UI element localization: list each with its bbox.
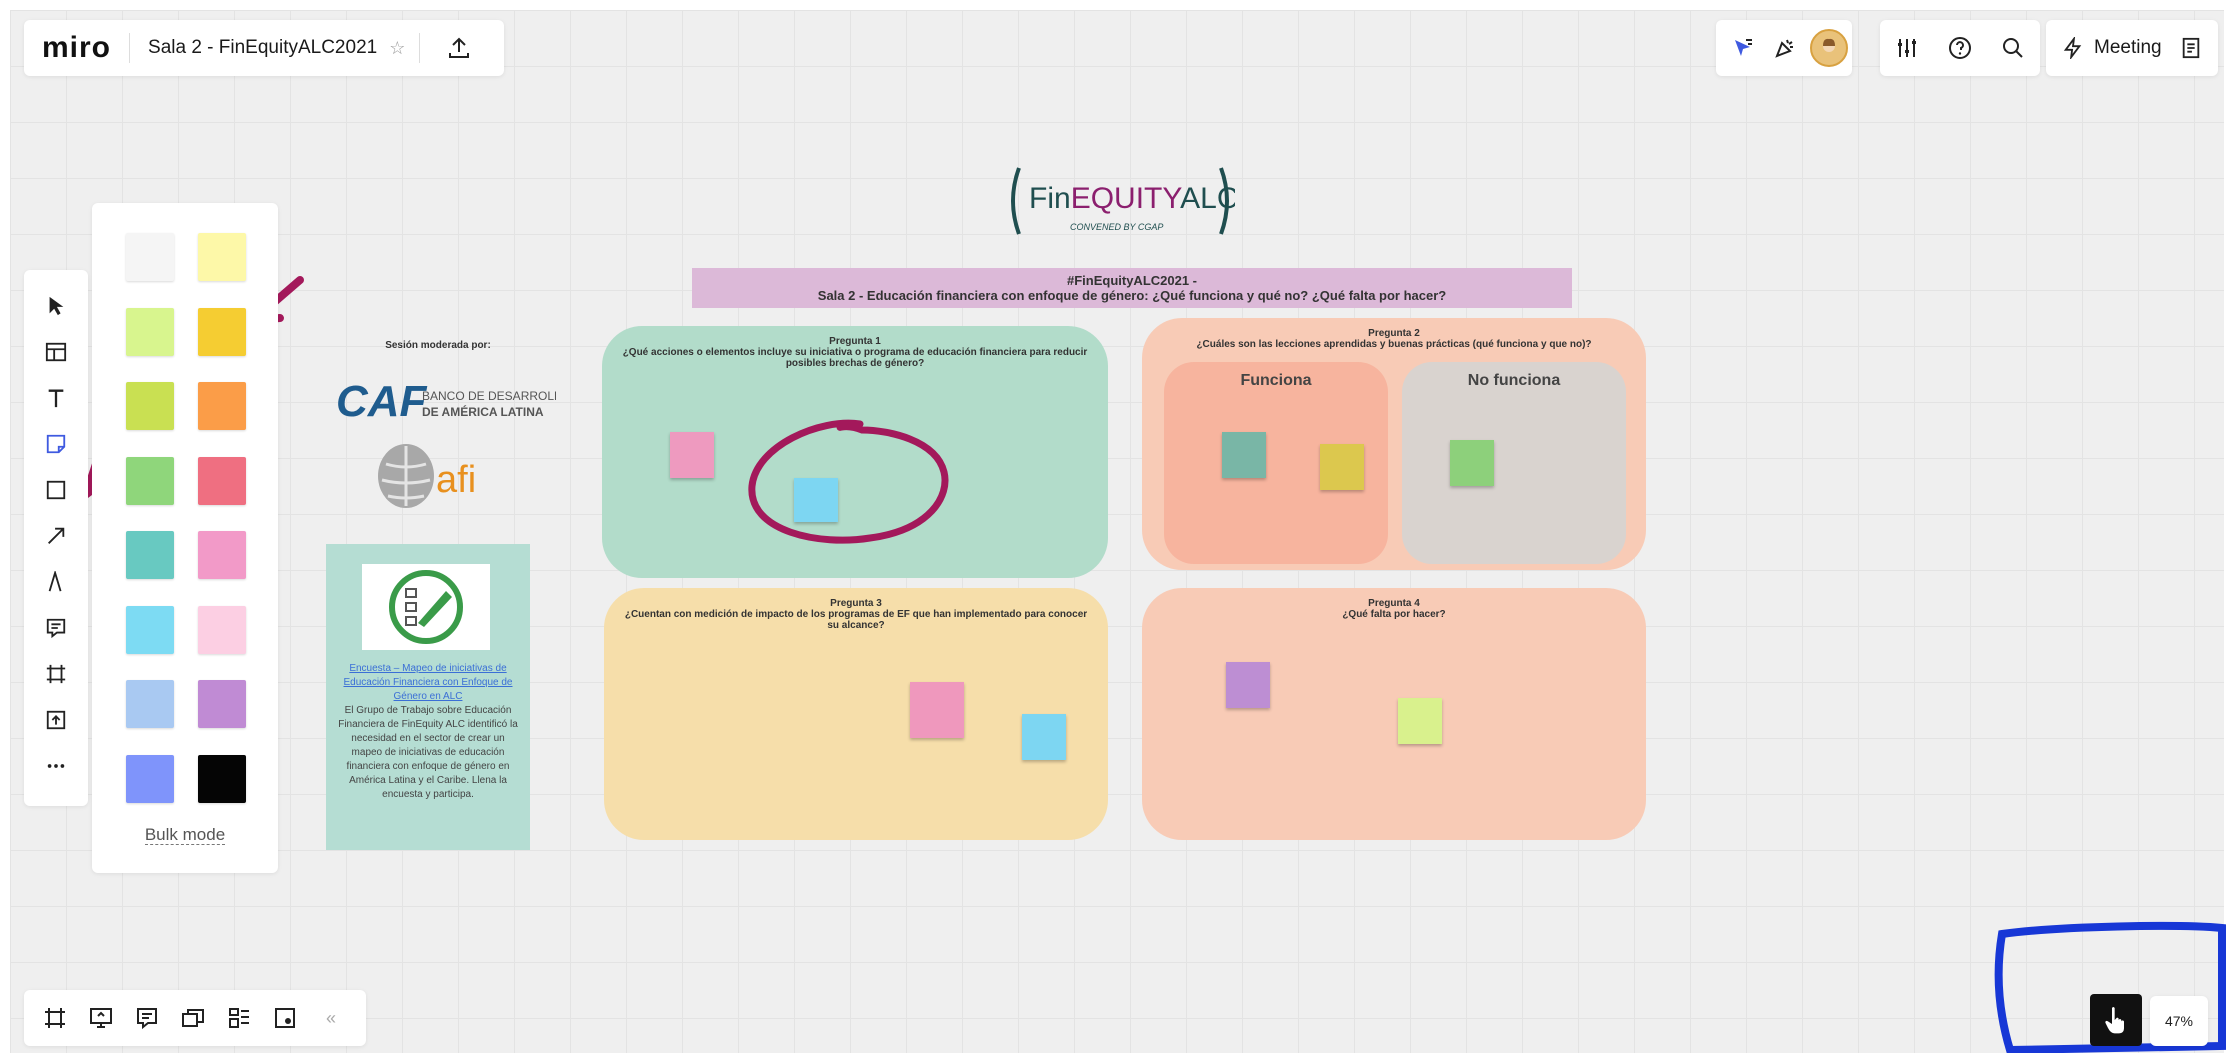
pen-icon[interactable]: [38, 564, 74, 600]
share-upload-icon[interactable]: [444, 33, 474, 63]
sticky-note[interactable]: [794, 478, 838, 522]
collaboration-tools: [1716, 20, 1852, 76]
afi-logo: afi: [378, 444, 476, 508]
checklist-pencil-icon: [389, 570, 463, 644]
color-swatch[interactable]: [198, 754, 246, 803]
color-swatch[interactable]: [198, 531, 246, 579]
hand-tool-button[interactable]: [2090, 994, 2142, 1046]
sticky-note[interactable]: [1022, 714, 1066, 760]
survey-description: El Grupo de Trabajo sobre Educación Fina…: [338, 705, 518, 800]
color-swatch[interactable]: [126, 233, 174, 281]
question-1-text: ¿Qué acciones o elementos incluye su ini…: [622, 347, 1088, 369]
meeting-panel: Meeting: [2046, 20, 2218, 76]
help-icon[interactable]: [1943, 31, 1977, 65]
color-swatch[interactable]: [126, 456, 174, 505]
zoom-level[interactable]: 47%: [2150, 996, 2208, 1046]
sticky-note[interactable]: [1398, 698, 1442, 744]
question-3-title: Pregunta 3: [830, 598, 882, 609]
sticky-note[interactable]: [670, 432, 714, 478]
question-2-text: ¿Cuáles son las lecciones aprendidas y b…: [1196, 339, 1592, 350]
svg-text:DE AMÉRICA LATINA: DE AMÉRICA LATINA: [422, 404, 544, 419]
bottom-toolbar: «: [24, 990, 366, 1046]
arrow-icon[interactable]: [38, 518, 74, 554]
finequity-logo: FinEQUITYALC CONVENED BY CGAP: [1011, 167, 1235, 235]
color-swatch[interactable]: [126, 680, 174, 728]
frames-icon[interactable]: [38, 1001, 72, 1035]
templates-icon[interactable]: [38, 334, 74, 370]
color-swatch[interactable]: [198, 233, 246, 281]
board-header: miro Sala 2 - FinEquityALC2021 ☆: [24, 20, 504, 76]
svg-text:afi: afi: [436, 459, 476, 501]
question-1-title: Pregunta 1: [829, 336, 881, 347]
sticky-note[interactable]: [1450, 440, 1494, 486]
sticky-note[interactable]: [1320, 444, 1364, 490]
user-avatar[interactable]: [1810, 29, 1848, 67]
hand-pointer-icon: [2105, 1007, 2124, 1034]
chat-icon[interactable]: [130, 1001, 164, 1035]
survey-link[interactable]: Encuesta – Mapeo de iniciativas de Educa…: [336, 662, 520, 704]
divider: [419, 33, 421, 63]
sticky-color-palette: Bulk mode: [92, 203, 278, 873]
color-swatch[interactable]: [198, 456, 246, 505]
lightning-icon[interactable]: [2056, 31, 2090, 65]
sticky-note-icon[interactable]: [38, 426, 74, 462]
notes-icon[interactable]: [2174, 31, 2208, 65]
banner-line-1: #FinEquityALC2021 -: [1066, 273, 1198, 288]
sticky-note[interactable]: [1222, 432, 1266, 478]
color-swatch[interactable]: [126, 605, 174, 654]
color-swatch[interactable]: [126, 531, 174, 579]
text-icon[interactable]: [38, 380, 74, 416]
caf-logo: CAF BANCO DE DESARROLLO DE AMÉRICA LATIN…: [336, 377, 556, 424]
question-4-frame[interactable]: Pregunta 4 ¿Qué falta por hacer?: [1142, 588, 1646, 840]
question-2-title: Pregunta 2: [1368, 328, 1420, 339]
presentation-icon[interactable]: [84, 1001, 118, 1035]
svg-text:CAF: CAF: [336, 377, 428, 424]
kanban-icon[interactable]: [222, 1001, 256, 1035]
svg-text:BANCO DE DESARROLLO: BANCO DE DESARROLLO: [422, 389, 556, 403]
settings-sliders-icon[interactable]: [1890, 31, 1924, 65]
color-swatch[interactable]: [198, 307, 246, 356]
session-banner[interactable]: #FinEquityALC2021 - Sala 2 - Educación f…: [692, 268, 1572, 308]
sticky-note[interactable]: [1226, 662, 1270, 708]
sticky-note[interactable]: [910, 682, 964, 738]
screen-share-icon[interactable]: [176, 1001, 210, 1035]
color-swatch[interactable]: [198, 382, 246, 430]
svg-text:CONVENED BY CGAP: CONVENED BY CGAP: [1070, 222, 1163, 232]
board-title[interactable]: Sala 2 - FinEquityALC2021: [148, 37, 377, 59]
question-3-text: ¿Cuentan con medición de impacto de los …: [624, 609, 1088, 631]
left-toolbar: [24, 270, 88, 806]
meeting-button[interactable]: Meeting: [2094, 37, 2162, 59]
survey-card[interactable]: Encuesta – Mapeo de iniciativas de Educa…: [326, 544, 530, 850]
cursor-follow-icon[interactable]: [1726, 31, 1760, 65]
color-swatch[interactable]: [126, 382, 174, 430]
search-icon[interactable]: [1996, 31, 2030, 65]
upload-icon[interactable]: [38, 702, 74, 738]
question-4-text: ¿Qué falta por hacer?: [1342, 609, 1446, 620]
shape-icon[interactable]: [38, 472, 74, 508]
celebrate-icon[interactable]: [1768, 31, 1802, 65]
color-swatch[interactable]: [126, 307, 174, 356]
miro-logo[interactable]: miro: [42, 31, 111, 65]
collapse-chevron-icon[interactable]: «: [314, 1001, 348, 1035]
divider: [129, 33, 131, 63]
not-works-frame[interactable]: No funciona: [1402, 362, 1626, 564]
color-swatch[interactable]: [198, 605, 246, 654]
frame-icon[interactable]: [38, 656, 74, 692]
bulk-mode-link[interactable]: Bulk mode: [92, 825, 278, 845]
moderated-by-label: Sesión moderada por:: [385, 340, 491, 351]
survey-image: [362, 564, 490, 650]
question-4-title: Pregunta 4: [1368, 598, 1420, 609]
star-icon[interactable]: ☆: [389, 38, 405, 59]
card-icon[interactable]: [268, 1001, 302, 1035]
comment-icon[interactable]: [38, 610, 74, 646]
not-works-label: No funciona: [1467, 372, 1561, 389]
board-utilities: [1880, 20, 2040, 76]
works-label: Funciona: [1240, 372, 1312, 389]
color-swatch[interactable]: [126, 754, 174, 803]
svg-text:FinEQUITYALC: FinEQUITYALC: [1029, 182, 1235, 215]
more-icon[interactable]: [38, 748, 74, 784]
banner-line-2: Sala 2 - Educación financiera con enfoqu…: [817, 288, 1447, 303]
cursor-icon[interactable]: [38, 288, 74, 324]
color-swatch[interactable]: [198, 680, 246, 728]
